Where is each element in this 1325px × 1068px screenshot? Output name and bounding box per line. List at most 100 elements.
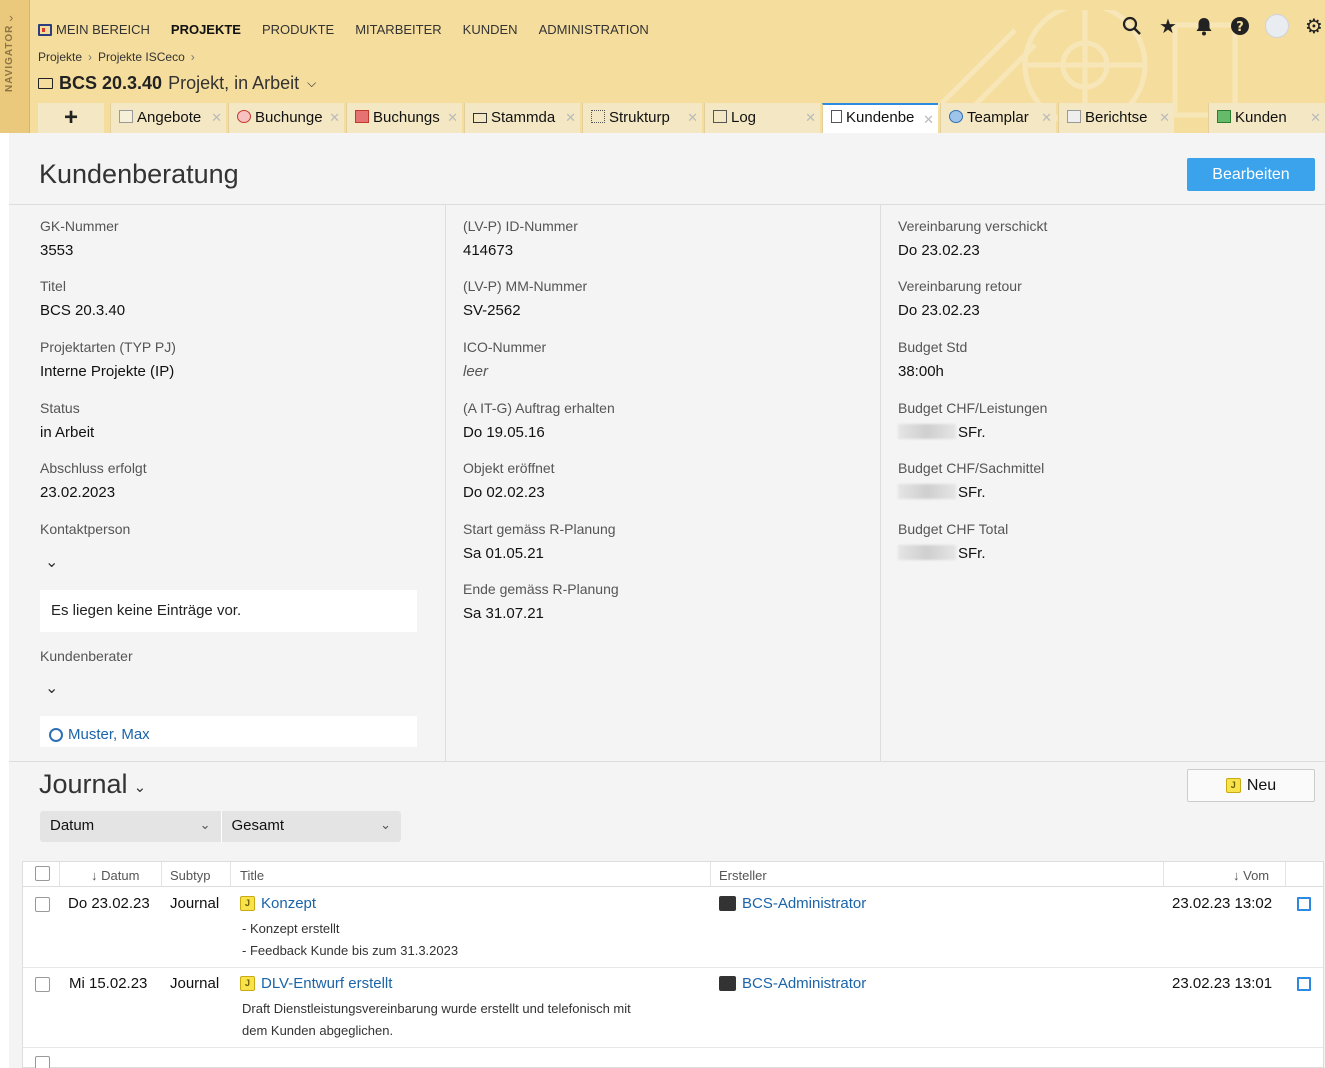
chevron-right-icon: › bbox=[9, 10, 14, 25]
field-budget-total: Budget CHF Total SFr. bbox=[898, 521, 1009, 562]
close-icon[interactable]: ✕ bbox=[329, 110, 340, 126]
navigator-label: NAVIGATOR bbox=[4, 24, 15, 92]
field-ende-r-planung: Ende gemäss R-Planung Sa 31.07.21 bbox=[463, 581, 619, 622]
tab-kundenberatung[interactable]: Kundenbe ✕ bbox=[822, 103, 938, 133]
field-titel: Titel BCS 20.3.40 bbox=[40, 278, 126, 319]
tab-log[interactable]: Log ✕ bbox=[704, 103, 820, 133]
journal-title[interactable]: Journal ⌄ bbox=[39, 769, 146, 800]
table-header: ↓ Datum Subtyp Title Ersteller ↓ Vom bbox=[23, 862, 1323, 887]
tab-buchungsuebersicht[interactable]: Buchungs ✕ bbox=[346, 103, 462, 133]
close-icon[interactable]: ✕ bbox=[447, 110, 458, 126]
field-vereinbarung-retour: Vereinbarung retour Do 23.02.23 bbox=[898, 278, 1022, 319]
star-icon[interactable]: ★ bbox=[1157, 15, 1179, 38]
tab-stammdaten[interactable]: Stammda ✕ bbox=[464, 103, 580, 133]
table-row[interactable]: Do 23.02.23 Journal J Konzept - Konzept … bbox=[23, 888, 1323, 968]
close-icon[interactable]: ✕ bbox=[1159, 110, 1170, 126]
filter-gesamt-select[interactable]: Gesamt ⌄ bbox=[220, 811, 402, 842]
edit-icon[interactable] bbox=[1297, 897, 1311, 911]
field-start-r-planung: Start gemäss R-Planung Sa 01.05.21 bbox=[463, 521, 616, 562]
close-icon[interactable]: ✕ bbox=[1310, 110, 1321, 126]
new-journal-button[interactable]: J Neu bbox=[1187, 769, 1315, 802]
field-ico-nummer: ICO-Nummer leer bbox=[463, 339, 547, 380]
edit-button[interactable]: Bearbeiten bbox=[1187, 158, 1315, 191]
chevron-down-icon[interactable]: ⌵ bbox=[307, 76, 316, 91]
booking-icon bbox=[237, 110, 251, 123]
column-ersteller[interactable]: Ersteller bbox=[719, 868, 767, 883]
row-checkbox[interactable] bbox=[35, 897, 50, 912]
gear-icon[interactable]: ⚙ bbox=[1303, 15, 1325, 38]
journal-entry-link[interactable]: J DLV-Entwurf erstellt bbox=[240, 975, 392, 992]
cell-datum: Mi 15.02.23 bbox=[69, 975, 148, 992]
close-icon[interactable]: ✕ bbox=[687, 110, 698, 126]
row-checkbox[interactable] bbox=[35, 1056, 50, 1068]
main-content: Kundenberatung Bearbeiten GK-Nummer 3553… bbox=[9, 133, 1325, 1068]
creator-link[interactable]: BCS-Administrator bbox=[719, 895, 866, 912]
note-icon: J bbox=[240, 976, 255, 991]
search-icon[interactable] bbox=[1121, 15, 1143, 37]
chevron-down-icon[interactable]: ⌄ bbox=[134, 778, 147, 796]
journal-filter-bar: Datum ⌄ Gesamt ⌄ bbox=[40, 811, 401, 842]
team-icon bbox=[949, 110, 963, 123]
svg-text:?: ? bbox=[1236, 20, 1244, 35]
table-row[interactable]: Mi 15.02.23 Journal J DLV-Entwurf erstel… bbox=[23, 968, 1323, 1048]
column-datum[interactable]: ↓ Datum bbox=[91, 868, 139, 883]
tab-teamplanung[interactable]: Teamplar ✕ bbox=[940, 103, 1056, 133]
chevron-right-icon: › bbox=[88, 50, 93, 64]
menu-projekte[interactable]: PROJEKTE bbox=[171, 22, 241, 37]
close-icon[interactable]: ✕ bbox=[805, 110, 816, 126]
toolbar-icons: ★ ? ⚙ bbox=[1121, 14, 1325, 38]
close-icon[interactable]: ✕ bbox=[923, 112, 934, 128]
person-icon bbox=[49, 727, 63, 742]
field-mm-nummer: (LV-P) MM-Nummer SV-2562 bbox=[463, 278, 588, 319]
close-icon[interactable]: ✕ bbox=[565, 110, 576, 126]
admin-user-icon bbox=[719, 896, 736, 911]
note-icon: J bbox=[1225, 778, 1241, 793]
detail-column-2: (LV-P) ID-Nummer 414673 (LV-P) MM-Nummer… bbox=[446, 205, 881, 762]
filter-datum-select[interactable]: Datum ⌄ bbox=[40, 811, 221, 842]
tab-buchungen[interactable]: Buchunge ✕ bbox=[228, 103, 344, 133]
close-icon[interactable]: ✕ bbox=[211, 110, 222, 126]
menu-administration[interactable]: ADMINISTRATION bbox=[539, 22, 649, 37]
navigator-toggle[interactable]: › NAVIGATOR bbox=[0, 0, 30, 133]
tab-strukturplan[interactable]: Strukturp ✕ bbox=[582, 103, 702, 133]
journal-table: ↓ Datum Subtyp Title Ersteller ↓ Vom Do … bbox=[22, 861, 1324, 1068]
tab-kunden[interactable]: Kunden ✕ bbox=[1208, 103, 1325, 133]
creator-link[interactable]: BCS-Administrator bbox=[719, 975, 866, 992]
edit-icon[interactable] bbox=[1297, 977, 1311, 991]
field-objekt-eroeffnet: Objekt eröffnet Do 02.02.23 bbox=[463, 460, 555, 501]
bell-icon[interactable] bbox=[1193, 15, 1215, 37]
column-vom[interactable]: ↓ Vom bbox=[1233, 868, 1269, 883]
main-menu: MEIN BEREICH PROJEKTE PRODUKTE MITARBEIT… bbox=[38, 22, 670, 37]
chevron-down-icon[interactable]: ⌄ bbox=[45, 552, 58, 572]
breadcrumb: Projekte › Projekte ISCeco › bbox=[38, 50, 195, 64]
breadcrumb-projekte[interactable]: Projekte bbox=[38, 50, 82, 64]
row-checkbox[interactable] bbox=[35, 977, 50, 992]
tab-berichtsentwurf[interactable]: Berichtse ✕ bbox=[1058, 103, 1174, 133]
column-title[interactable]: Title bbox=[240, 868, 264, 883]
object-title[interactable]: BCS 20.3.40 Projekt, in Arbeit ⌵ bbox=[38, 73, 316, 94]
add-tab-button[interactable]: + bbox=[38, 103, 104, 133]
avatar[interactable] bbox=[1265, 14, 1289, 38]
advisor-link[interactable]: Muster, Max bbox=[40, 716, 417, 747]
menu-produkte[interactable]: PRODUKTE bbox=[262, 22, 334, 37]
help-icon[interactable]: ? bbox=[1229, 15, 1251, 37]
field-projektarten: Projektarten (TYP PJ) Interne Projekte (… bbox=[40, 339, 176, 380]
object-subtitle: Projekt, in Arbeit bbox=[168, 73, 300, 93]
chevron-down-icon: ⌄ bbox=[199, 817, 211, 832]
field-auftrag-erhalten: (A IT-G) Auftrag erhalten Do 19.05.16 bbox=[463, 400, 615, 441]
chevron-down-icon[interactable]: ⌄ bbox=[45, 678, 58, 698]
cell-subtyp: Journal bbox=[170, 975, 220, 992]
entry-description: Draft Dienstleistungsvereinbarung wurde … bbox=[242, 1001, 631, 1038]
document-icon bbox=[831, 110, 842, 123]
journal-entry-link[interactable]: J Konzept bbox=[240, 895, 316, 912]
select-all-checkbox[interactable] bbox=[35, 866, 50, 881]
chevron-down-icon: ⌄ bbox=[380, 817, 391, 832]
field-budget-sachmittel: Budget CHF/Sachmittel SFr. bbox=[898, 460, 1045, 501]
column-subtyp[interactable]: Subtyp bbox=[170, 868, 210, 883]
breadcrumb-projekte-isceco[interactable]: Projekte ISCeco bbox=[98, 50, 185, 64]
menu-mitarbeiter[interactable]: MITARBEITER bbox=[355, 22, 441, 37]
tab-angebote[interactable]: Angebote ✕ bbox=[110, 103, 226, 133]
close-icon[interactable]: ✕ bbox=[1041, 110, 1052, 126]
menu-kunden[interactable]: KUNDEN bbox=[463, 22, 518, 37]
menu-mein-bereich[interactable]: MEIN BEREICH bbox=[38, 22, 150, 37]
